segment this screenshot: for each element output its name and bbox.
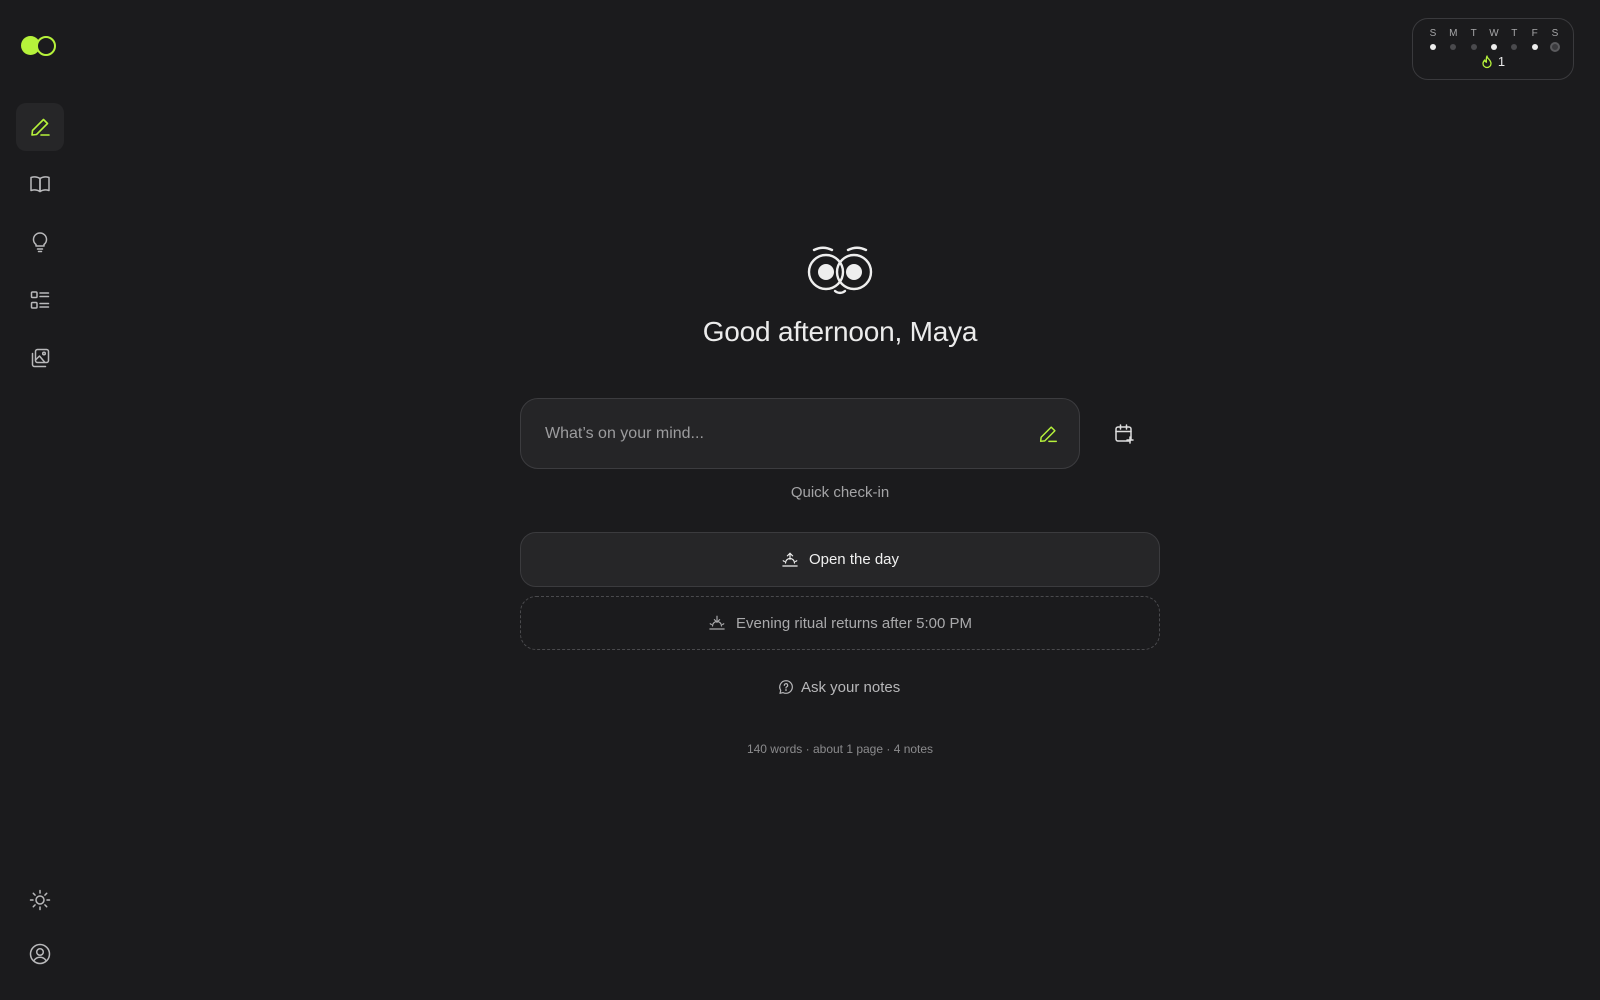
lightbulb-icon <box>32 232 48 253</box>
evening-ritual-label: Evening ritual returns after 5:00 PM <box>736 614 972 632</box>
streak-day: T <box>1466 28 1482 52</box>
streak-day: S <box>1425 28 1441 52</box>
streak-day-dot <box>1490 44 1497 50</box>
gallery-icon <box>31 348 50 368</box>
list-icon <box>30 291 50 309</box>
streak-count: 1 <box>1413 54 1573 69</box>
streak-day-letter: T <box>1470 28 1477 39</box>
nav-write[interactable] <box>16 103 64 151</box>
app-logo[interactable] <box>21 35 59 57</box>
open-day-button[interactable]: Open the day <box>520 532 1160 587</box>
week-days: SMTWTFS <box>1425 28 1563 52</box>
calendar-add-icon[interactable] <box>1112 422 1136 446</box>
streak-day-letter: W <box>1489 28 1499 39</box>
streak-day: F <box>1527 28 1543 52</box>
streak-day-letter: M <box>1449 28 1458 39</box>
sun-icon <box>29 889 51 911</box>
streak-day: W <box>1486 28 1502 52</box>
question-chat-icon <box>779 680 793 694</box>
nav-journal[interactable] <box>16 160 64 208</box>
quick-checkin-link[interactable]: Quick check-in <box>40 484 1600 501</box>
streak-number: 1 <box>1497 54 1506 69</box>
streak-day-dot <box>1549 42 1560 52</box>
sunrise-icon <box>782 552 798 567</box>
ask-notes-label: Ask your notes <box>801 678 901 696</box>
profile-button[interactable] <box>16 930 64 978</box>
greeting-title: Good afternoon, Maya <box>702 316 978 347</box>
streak-day: T <box>1506 28 1522 52</box>
pencil-icon <box>31 118 50 136</box>
streak-day-dot <box>1531 44 1538 50</box>
theme-toggle[interactable] <box>16 876 64 924</box>
sunset-icon <box>709 615 725 630</box>
streak-day-letter: S <box>1551 28 1559 39</box>
book-icon <box>30 176 50 193</box>
streak-day-dot <box>1450 44 1457 50</box>
mind-input[interactable] <box>543 399 1023 468</box>
word-count-stats: 140 words · about 1 page · 4 notes <box>746 742 934 756</box>
streak-day-dot <box>1430 44 1436 50</box>
user-circle-icon <box>29 943 51 965</box>
streak-day-dot <box>1470 44 1477 50</box>
logo-dot-outline <box>36 36 56 56</box>
evening-ritual-notice: Evening ritual returns after 5:00 PM <box>520 596 1160 650</box>
streak-day-letter: F <box>1531 28 1538 39</box>
open-day-label: Open the day <box>808 551 900 568</box>
streak-day-dot <box>1511 44 1518 50</box>
flame-icon <box>1482 54 1492 68</box>
streak-widget[interactable]: S M T W T F S 1 <box>1412 18 1574 80</box>
streak-day: S <box>1547 28 1563 52</box>
streak-day: M <box>1445 28 1461 52</box>
nav-ideas[interactable] <box>16 218 64 266</box>
streak-day-letter: T <box>1511 28 1518 39</box>
streak-day-letter: S <box>1429 28 1437 39</box>
pencil-icon[interactable] <box>1037 423 1059 445</box>
owl-icon <box>807 246 873 295</box>
ask-notes-link[interactable]: Ask your notes <box>778 676 900 698</box>
mind-input-box[interactable] <box>520 398 1080 469</box>
